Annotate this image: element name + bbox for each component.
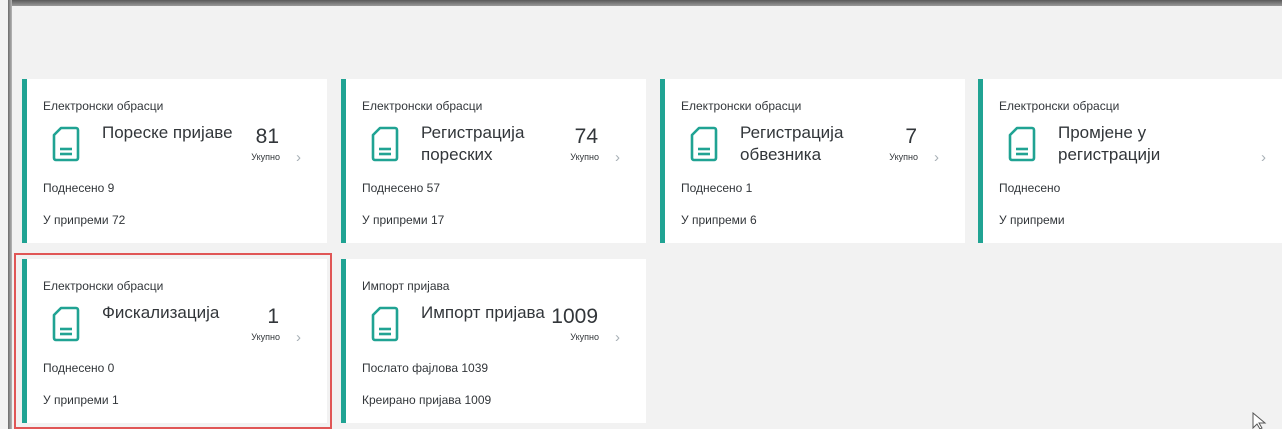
tile-count: 1009 [551,305,598,328]
tile-title: Фискализација [102,303,220,322]
tile-stat-in-progress: У припреми 6 [681,213,757,227]
tile-stat-submitted: Поднесено 57 [362,181,440,195]
tile-count: 7 [905,125,917,148]
tile-stat-submitted: Поднесено 9 [43,181,115,195]
tile-count-unit: Укупно [570,332,599,342]
tile-stat-in-progress: У припреми 17 [362,213,445,227]
tile-title: Регистрација пореских [421,123,525,164]
tile-count: 74 [574,125,598,148]
document-icon [1008,126,1036,162]
chevron-right-icon[interactable]: › [615,329,620,346]
tile-stat-in-progress: У припреми 1 [43,393,119,407]
chevron-right-icon[interactable]: › [615,149,620,166]
tile-title: Пореске пријаве [102,123,233,142]
tile-count-unit: Укупно [251,152,280,162]
window-frame-top [10,0,1282,6]
tile-fiskalizacija[interactable]: Електронски обрасци Фискализација 1 Укуп… [22,259,327,423]
tile-title: Регистрација обвезника [740,123,844,164]
tile-title: Промјене у регистрацији [1058,123,1161,164]
tile-stat-submitted: Поднесено 1 [681,181,753,195]
tile-stat-created: Креирано пријава 1009 [362,393,492,407]
tile-import-prijava[interactable]: Импорт пријава Импорт пријава 1009 Укупн… [341,259,646,423]
tile-count: 81 [255,125,279,148]
tile-registracija-obveznika[interactable]: Електронски обрасци Регистрација обвезни… [660,79,965,243]
tile-stat-in-progress: У припреми 72 [43,213,126,227]
tile-subtitle: Електронски обрасци [999,99,1120,113]
document-icon [52,126,80,162]
document-icon [52,306,80,342]
document-icon [371,306,399,342]
tile-count-unit: Укупно [570,152,599,162]
document-icon [690,126,718,162]
tile-count: 1 [267,305,279,328]
tile-subtitle: Електронски обрасци [681,99,802,113]
tile-subtitle: Импорт пријава [362,279,450,293]
tile-title: Импорт пријава [421,303,545,322]
tile-stat-files-sent: Послато фајлова 1039 [362,361,489,375]
chevron-right-icon[interactable]: › [296,329,301,346]
chevron-right-icon[interactable]: › [934,149,939,166]
document-icon [371,126,399,162]
tile-poreske-prijave[interactable]: Електронски обрасци Пореске пријаве 81 У… [22,79,327,243]
tile-subtitle: Електронски обрасци [362,99,483,113]
mouse-cursor-icon [1252,412,1267,429]
tile-stat-submitted: Поднесено [999,181,1061,195]
chevron-right-icon[interactable]: › [296,149,301,166]
tile-subtitle: Електронски обрасци [43,99,164,113]
tile-registracija-poreskih[interactable]: Електронски обрасци Регистрација порески… [341,79,646,243]
window-frame-left [8,0,12,429]
tile-count-unit: Укупно [251,332,280,342]
tile-stat-submitted: Поднесено 0 [43,361,115,375]
tile-subtitle: Електронски обрасци [43,279,164,293]
chevron-right-icon[interactable]: › [1261,149,1266,166]
tile-promjene-u-registraciji[interactable]: Електронски обрасци Промјене у регистрац… [978,79,1282,243]
tile-count-unit: Укупно [889,152,918,162]
tile-stat-in-progress: У припреми [999,213,1065,227]
